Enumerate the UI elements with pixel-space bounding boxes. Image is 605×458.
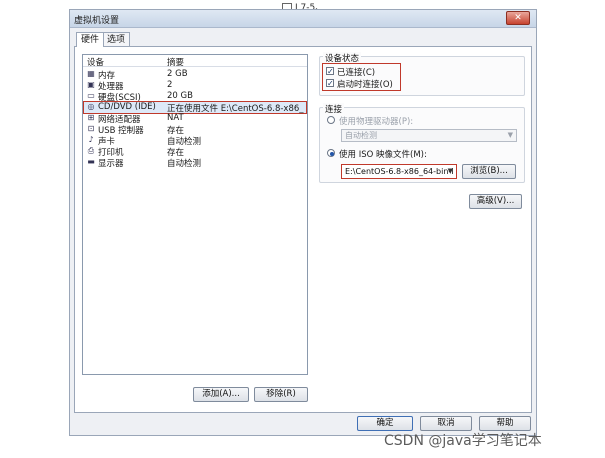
device-summary: 20 GB: [167, 91, 193, 101]
check-icon: ✓: [327, 79, 334, 88]
vm-settings-dialog: 虚拟机设置 ✕ 硬件 选项 设备 摘要 ▦ 内存 2 GB ▣ 处理器 2 ▭ 硬盘(SCSI…: [69, 9, 537, 436]
physical-drive-label[interactable]: 使用物理驱动器(P):: [339, 115, 413, 127]
column-header-summary[interactable]: 摘要: [167, 56, 184, 68]
close-button[interactable]: ✕: [506, 11, 530, 25]
iso-image-label[interactable]: 使用 ISO 映像文件(M):: [339, 148, 427, 160]
device-summary: NAT: [167, 113, 184, 123]
remove-device-button[interactable]: 移除(R): [254, 387, 308, 402]
add-device-button[interactable]: 添加(A)...: [193, 387, 249, 402]
device-summary: 2 GB: [167, 69, 188, 79]
iso-path-combobox[interactable]: E:\CentOS-6.8-x86_64-bin-I ▼: [341, 164, 457, 179]
device-icon: ▭: [87, 91, 95, 100]
device-row[interactable]: ▭ 硬盘(SCSI) 20 GB: [84, 91, 306, 103]
device-name: CD/DVD (IDE): [98, 102, 156, 112]
device-row[interactable]: ⊞ 网络适配器 NAT: [84, 113, 306, 125]
physical-drive-radio[interactable]: [327, 116, 335, 124]
device-icon: ▦: [87, 69, 95, 78]
title-bar[interactable]: 虚拟机设置 ✕: [70, 10, 536, 28]
device-icon: ⊡: [87, 124, 95, 133]
iso-path-value: E:\CentOS-6.8-x86_64-bin-I: [345, 167, 454, 176]
device-row[interactable]: ⎙ 打印机 存在: [84, 146, 306, 159]
device-icon: ⎙: [87, 146, 95, 155]
device-row[interactable]: ⊡ USB 控制器 存在: [84, 124, 306, 137]
connect-on-power-checkbox[interactable]: ✓: [326, 79, 334, 88]
connected-checkbox[interactable]: ✓: [326, 67, 334, 76]
device-icon: ◎: [87, 102, 95, 111]
connected-label[interactable]: 已连接(C): [337, 66, 375, 78]
device-list-header: 设备 摘要: [83, 55, 307, 68]
window-title: 虚拟机设置: [74, 16, 120, 26]
device-row[interactable]: ◎ CD/DVD (IDE) 正在使用文件 E:\CentOS-6.8-x86_6.…: [83, 101, 307, 114]
device-name: 显示器: [98, 159, 124, 169]
device-summary: 自动检测: [167, 159, 202, 169]
watermark: CSDN @java学习笔记本: [384, 433, 542, 449]
tab-options[interactable]: 选项: [102, 32, 131, 46]
help-button[interactable]: 帮助: [479, 416, 531, 431]
connection-title: 连接: [323, 103, 345, 115]
chevron-down-icon: ▼: [507, 131, 513, 139]
physical-drive-select[interactable]: 自动检测 ▼: [341, 129, 517, 142]
device-icon: ▣: [87, 80, 95, 89]
physical-drive-select-value: 自动检测: [345, 131, 377, 140]
device-list[interactable]: 设备 摘要 ▦ 内存 2 GB ▣ 处理器 2 ▭ 硬盘(SCSI) 20 GB ◎ CD/DVD …: [82, 54, 308, 375]
device-icon: ♪: [88, 135, 94, 144]
device-row[interactable]: ▬ 显示器 自动检测: [84, 157, 306, 170]
column-header-device[interactable]: 设备: [87, 56, 104, 68]
ok-button[interactable]: 确定: [357, 416, 413, 431]
device-row[interactable]: ▦ 内存 2 GB: [84, 69, 306, 81]
device-icon: ▬: [87, 157, 95, 166]
chevron-down-icon: ▼: [447, 167, 453, 175]
cancel-button[interactable]: 取消: [420, 416, 472, 431]
iso-image-radio[interactable]: [327, 149, 335, 157]
device-icon: ⊞: [87, 113, 95, 122]
device-summary: 2: [167, 80, 173, 90]
check-icon: ✓: [327, 67, 334, 76]
advanced-button[interactable]: 高级(V)...: [469, 194, 522, 209]
connect-on-power-label[interactable]: 启动时连接(O): [337, 78, 393, 90]
browse-button[interactable]: 浏览(B)...: [462, 164, 516, 179]
device-row[interactable]: ♪ 声卡 自动检测: [84, 135, 306, 148]
device-row[interactable]: ▣ 处理器 2: [84, 80, 306, 92]
tab-hardware[interactable]: 硬件: [76, 32, 105, 47]
